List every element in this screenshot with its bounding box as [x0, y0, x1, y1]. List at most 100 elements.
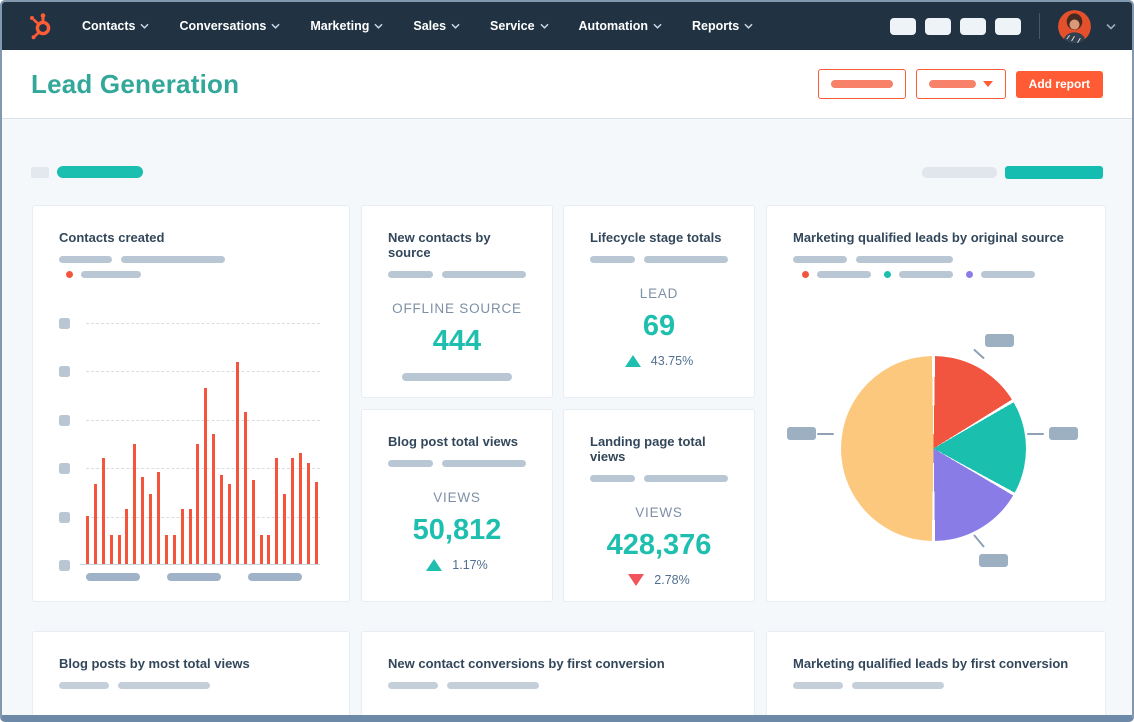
card-title: New contacts by source	[388, 230, 491, 260]
nav-icon-placeholder[interactable]	[890, 17, 916, 35]
bar	[109, 535, 113, 564]
y-tick-placeholder	[59, 560, 70, 571]
bar	[164, 535, 168, 564]
bar	[101, 457, 105, 564]
nav-item-marketing[interactable]: Marketing	[310, 19, 383, 33]
bar	[180, 508, 184, 564]
card-mql-by-original-source: Marketing qualified leads by original so…	[766, 205, 1106, 602]
legend-dot	[66, 271, 73, 278]
page-title: Lead Generation	[31, 68, 240, 99]
bar	[157, 472, 161, 564]
legend-label-placeholder	[81, 271, 141, 278]
filter-checkbox-placeholder[interactable]	[31, 166, 49, 178]
y-tick-placeholder	[59, 414, 70, 426]
delta-value: 1.17%	[452, 558, 488, 572]
legend-dot	[884, 271, 891, 278]
pie-label-placeholder	[787, 427, 816, 440]
metric-value: 428,376	[606, 529, 712, 561]
nav-item-service[interactable]: Service	[490, 19, 549, 33]
chevron-down-icon	[271, 23, 280, 29]
nav-icon-placeholder[interactable]	[960, 17, 986, 35]
bar	[86, 515, 89, 564]
account-chevron-down-icon[interactable]	[1106, 23, 1116, 30]
nav-divider	[1039, 13, 1040, 39]
nav-icon-placeholder[interactable]	[925, 17, 951, 35]
legend-label-placeholder	[981, 271, 1035, 278]
metric-value: 444	[432, 325, 482, 357]
card-subtitle-placeholders	[793, 256, 1079, 263]
nav-item-reports[interactable]: Reports	[692, 19, 753, 33]
chevron-down-icon	[539, 23, 549, 29]
bar	[291, 457, 295, 564]
bar	[267, 535, 271, 564]
card-subtitle-placeholders	[388, 271, 526, 278]
metric-label: LEAD	[639, 286, 679, 301]
header-action-button-1[interactable]	[817, 69, 906, 99]
filter-link-placeholder[interactable]	[57, 166, 143, 178]
y-tick-placeholder	[59, 511, 70, 523]
legend-item	[966, 271, 1035, 278]
card-title: Marketing qualified leads by first conve…	[793, 656, 1069, 671]
filter-button-placeholder[interactable]	[1005, 166, 1103, 179]
card-new-contact-conversions: New contact conversions by first convers…	[361, 631, 755, 715]
dashboard-filters-left	[31, 166, 143, 178]
card-new-contacts-by-source: New contacts by source OFFLINE SOURCE 44…	[361, 205, 553, 398]
bar	[188, 508, 192, 564]
legend-label-placeholder	[899, 271, 953, 278]
legend-item	[802, 271, 871, 278]
add-report-button[interactable]: Add report	[1015, 70, 1103, 98]
card-title: Marketing qualified leads by original so…	[793, 230, 1064, 245]
delta-value: 43.75%	[650, 354, 694, 368]
card-subtitle-placeholders	[590, 256, 728, 263]
card-lifecycle-stage-totals: Lifecycle stage totals LEAD 69 43.75%	[563, 205, 755, 398]
contacts-created-bars	[86, 323, 318, 564]
card-contacts-created: Contacts created	[32, 205, 350, 602]
card-title: Blog posts by most total views	[59, 656, 250, 671]
nav-right-tools	[890, 9, 1116, 43]
pie-callout-line	[1027, 433, 1044, 435]
card-title: Landing page total views	[590, 434, 706, 464]
mql-legend	[802, 271, 1079, 278]
chevron-down-icon	[744, 23, 753, 29]
redacted-label-placeholder	[830, 80, 893, 88]
bar	[133, 443, 137, 564]
contacts-created-chart	[80, 323, 320, 565]
card-subtitle-placeholders	[59, 682, 323, 689]
y-tick-placeholder	[59, 463, 70, 475]
bar	[275, 457, 279, 564]
bar	[220, 474, 224, 564]
legend-dot	[802, 271, 809, 278]
hubspot-sprocket-icon[interactable]	[26, 11, 56, 41]
caret-down-icon	[982, 81, 993, 87]
avatar[interactable]	[1058, 9, 1091, 43]
bar	[196, 443, 200, 564]
bar	[251, 479, 255, 564]
bar	[149, 494, 153, 564]
nav-item-automation[interactable]: Automation	[579, 19, 662, 33]
x-axis-label-placeholders	[86, 573, 302, 581]
card-landing-page-total-views: Landing page total views VIEWS 428,376 2…	[563, 409, 755, 602]
nav-item-contacts[interactable]: Contacts	[82, 19, 150, 33]
legend-dot	[966, 271, 973, 278]
bar	[306, 462, 310, 564]
metric-value: 50,812	[412, 514, 502, 546]
metric-footer-placeholder	[402, 373, 512, 381]
card-title: Blog post total views	[388, 434, 519, 449]
nav-item-sales[interactable]: Sales	[413, 19, 460, 33]
card-blog-posts-by-most-total-views: Blog posts by most total views	[32, 631, 350, 715]
metric-label: VIEWS	[635, 505, 683, 520]
legend-label-placeholder	[817, 271, 871, 278]
chevron-down-icon	[374, 23, 383, 29]
bar	[212, 433, 216, 564]
nav-icon-placeholder[interactable]	[995, 17, 1021, 35]
bar	[141, 477, 145, 564]
delta-arrow-icon	[426, 559, 443, 571]
card-title: Lifecycle stage totals	[590, 230, 722, 245]
chevron-down-icon	[653, 23, 662, 29]
header-action-dropdown[interactable]	[915, 69, 1006, 99]
nav-item-conversations[interactable]: Conversations	[179, 19, 280, 33]
nav-shortcuts	[890, 17, 1021, 35]
bar	[125, 508, 129, 564]
bar	[314, 482, 318, 564]
pie-callout-line	[973, 534, 985, 548]
